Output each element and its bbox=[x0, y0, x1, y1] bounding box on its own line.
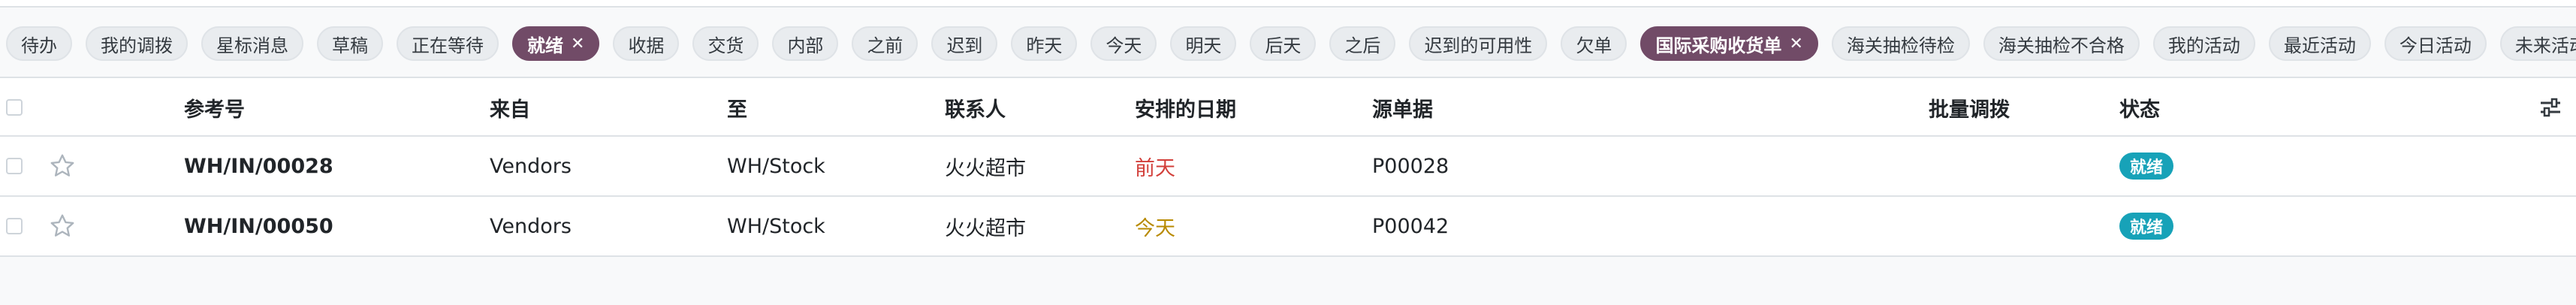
filter-chip[interactable]: 之前 bbox=[852, 26, 918, 61]
close-icon[interactable]: ✕ bbox=[1789, 35, 1802, 53]
table-row[interactable]: WH/IN/00028 Vendors WH/Stock 火火超市 前天 P00… bbox=[0, 137, 2576, 197]
from-cell: Vendors bbox=[490, 214, 572, 238]
filter-chip-label: 未来活动 bbox=[2514, 35, 2576, 56]
column-header-contact[interactable]: 联系人 bbox=[945, 78, 1006, 137]
row-checkbox[interactable] bbox=[6, 218, 23, 234]
source-document-cell: P00042 bbox=[1372, 214, 1449, 238]
column-header-from[interactable]: 来自 bbox=[490, 78, 530, 137]
filter-chip[interactable]: 星标消息 bbox=[201, 26, 303, 61]
filter-chip-label: 之前 bbox=[867, 35, 903, 56]
filter-chip-label: 今天 bbox=[1106, 35, 1142, 56]
filter-chip[interactable]: 海关抽检待检 bbox=[1831, 26, 1970, 61]
row-checkbox[interactable] bbox=[6, 158, 23, 174]
column-header-batch-transfer[interactable]: 批量调拨 bbox=[1929, 78, 2010, 137]
source-document-cell: P00028 bbox=[1372, 154, 1449, 178]
filter-chip-label: 交货 bbox=[707, 35, 744, 56]
filter-chip[interactable]: 我的活动 bbox=[2152, 26, 2255, 61]
filter-chip[interactable]: 迟到的可用性 bbox=[1409, 26, 1548, 61]
filter-chip-label: 就绪 bbox=[527, 35, 563, 56]
filter-chip[interactable]: 明天 bbox=[1170, 26, 1237, 61]
filter-chip-bar: 待办 我的调拨 星标消息 草稿 正在等待 就绪 ✕ 收据 交货 内部 之前 迟到 昨天 今天 明天 后天 之后 迟… bbox=[0, 21, 2576, 66]
scheduled-date-cell: 今天 bbox=[1135, 216, 1175, 240]
filter-chip-label: 正在等待 bbox=[412, 35, 484, 56]
to-cell: WH/Stock bbox=[727, 214, 825, 238]
table-header-row: 参考号 来自 至 联系人 安排的日期 源单据 批量调拨 状态 bbox=[0, 77, 2576, 137]
filter-chip[interactable]: 待办 bbox=[6, 26, 72, 61]
filter-chip[interactable]: 内部 bbox=[772, 26, 839, 61]
filter-chip-label: 内部 bbox=[787, 35, 824, 56]
table-row[interactable]: WH/IN/00050 Vendors WH/Stock 火火超市 今天 P00… bbox=[0, 197, 2576, 257]
top-divider bbox=[0, 0, 2576, 8]
column-header-scheduled-date[interactable]: 安排的日期 bbox=[1135, 78, 1236, 137]
contact-cell: 火火超市 bbox=[945, 216, 1026, 240]
filter-chip-label: 我的调拨 bbox=[101, 35, 173, 56]
filter-chip[interactable]: 我的调拨 bbox=[86, 26, 188, 61]
column-header-source-document[interactable]: 源单据 bbox=[1372, 78, 1433, 137]
row-checkbox-cell[interactable] bbox=[6, 137, 23, 195]
status-cell: 就绪 bbox=[2119, 197, 2174, 255]
filter-chip[interactable]: 之后 bbox=[1329, 26, 1396, 61]
filter-chip[interactable]: 海关抽检不合格 bbox=[1983, 26, 2140, 61]
filter-chip-label: 今日活动 bbox=[2399, 35, 2472, 56]
contact-cell: 火火超市 bbox=[945, 156, 1026, 180]
filter-chip-label: 迟到 bbox=[946, 35, 983, 56]
filter-chip-label: 欠单 bbox=[1576, 35, 1612, 56]
filter-chip[interactable]: 收据 bbox=[613, 26, 680, 61]
filter-chip[interactable]: 国际采购收货单 ✕ bbox=[1640, 26, 1818, 61]
reference-cell: WH/IN/00028 bbox=[184, 154, 333, 178]
reference-cell: WH/IN/00050 bbox=[184, 214, 333, 238]
filter-chip-label: 待办 bbox=[21, 35, 57, 56]
star-icon[interactable] bbox=[48, 197, 77, 255]
filter-chip-label: 迟到的可用性 bbox=[1424, 35, 1533, 56]
filter-chip[interactable]: 今日活动 bbox=[2384, 26, 2487, 61]
filter-chip-label: 明天 bbox=[1185, 35, 1222, 56]
filter-chip[interactable]: 草稿 bbox=[317, 26, 383, 61]
status-badge: 就绪 bbox=[2119, 152, 2174, 180]
filter-chip[interactable]: 最近活动 bbox=[2268, 26, 2371, 61]
filter-chip[interactable]: 正在等待 bbox=[397, 26, 499, 61]
status-badge: 就绪 bbox=[2119, 213, 2174, 240]
filter-chip-label: 昨天 bbox=[1026, 35, 1063, 56]
optional-columns-icon[interactable] bbox=[2539, 78, 2562, 137]
from-cell: Vendors bbox=[490, 154, 572, 178]
filter-chip-label: 后天 bbox=[1265, 35, 1302, 56]
filter-chip-label: 之后 bbox=[1344, 35, 1381, 56]
filter-chip-label: 海关抽检待检 bbox=[1846, 35, 1955, 56]
filter-chip[interactable]: 欠单 bbox=[1561, 26, 1627, 61]
row-checkbox-cell[interactable] bbox=[6, 197, 23, 255]
transfers-list-table: 参考号 来自 至 联系人 安排的日期 源单据 批量调拨 状态 WH/IN/000… bbox=[0, 77, 2576, 257]
filter-chip-label: 国际采购收货单 bbox=[1655, 35, 1782, 56]
filter-chip-label: 海关抽检不合格 bbox=[1998, 35, 2125, 56]
select-all-checkbox-cell[interactable] bbox=[6, 78, 23, 137]
column-header-reference[interactable]: 参考号 bbox=[184, 78, 245, 137]
filter-chip[interactable]: 今天 bbox=[1090, 26, 1157, 61]
filter-chip-label: 最近活动 bbox=[2283, 35, 2356, 56]
filter-chip[interactable]: 后天 bbox=[1250, 26, 1317, 61]
filter-chip-label: 我的活动 bbox=[2167, 35, 2240, 56]
close-icon[interactable]: ✕ bbox=[571, 35, 584, 53]
filter-chip[interactable]: 交货 bbox=[692, 26, 759, 61]
scheduled-date-cell: 前天 bbox=[1135, 156, 1175, 180]
filter-chip-label: 草稿 bbox=[332, 35, 368, 56]
status-cell: 就绪 bbox=[2119, 137, 2174, 195]
column-header-status[interactable]: 状态 bbox=[2119, 78, 2160, 137]
filter-chip-label: 收据 bbox=[628, 35, 665, 56]
to-cell: WH/Stock bbox=[727, 154, 825, 178]
column-header-to[interactable]: 至 bbox=[727, 78, 747, 137]
filter-chip[interactable]: 昨天 bbox=[1011, 26, 1078, 61]
filter-chip-label: 星标消息 bbox=[216, 35, 288, 56]
filter-chip[interactable]: 就绪 ✕ bbox=[512, 26, 600, 61]
filter-chip[interactable]: 迟到 bbox=[931, 26, 998, 61]
select-all-checkbox[interactable] bbox=[6, 99, 23, 116]
filter-chip[interactable]: 未来活动 bbox=[2499, 26, 2576, 61]
star-icon[interactable] bbox=[48, 137, 77, 195]
